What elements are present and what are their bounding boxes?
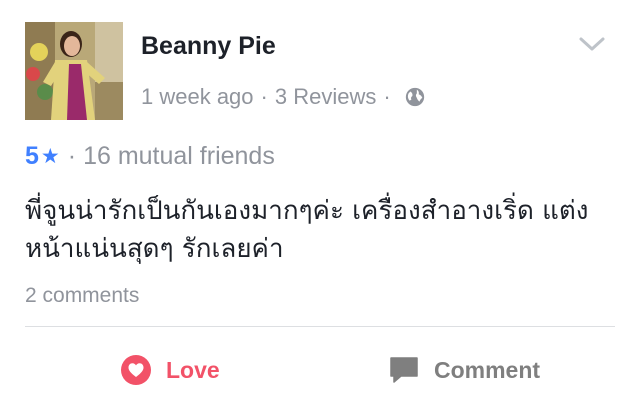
post-body-line: พี่จูนน่ารักเป็นกันเองมากๆค่ะ เครื่องสำอ… [25, 196, 589, 226]
post-body: พี่จูนน่ารักเป็นกันเองมากๆค่ะ เครื่องสำอ… [25, 192, 615, 268]
post-body-line: หน้าแน่นสุดๆ รักเลยค่า [25, 234, 284, 264]
globe-icon [404, 86, 426, 108]
star-icon: ★ [40, 144, 60, 168]
comments-count[interactable]: 2 comments [25, 284, 139, 308]
author-name[interactable]: Beanny Pie [141, 32, 276, 61]
speech-bubble-icon [388, 354, 420, 386]
comment-label: Comment [434, 356, 541, 383]
heart-icon [120, 354, 152, 386]
rating: 5 ★ [25, 142, 60, 171]
love-button[interactable]: Love [120, 350, 220, 390]
chevron-down-icon[interactable] [578, 34, 606, 54]
mutual-friends[interactable]: 16 mutual friends [83, 142, 275, 171]
meta-separator: · [260, 84, 268, 109]
reviews-count[interactable]: 3 Reviews [275, 84, 376, 110]
post-meta: 1 week ago · 3 Reviews · [141, 83, 426, 111]
comment-button[interactable]: Comment [388, 350, 540, 390]
divider [25, 326, 615, 327]
love-label: Love [166, 356, 220, 383]
rating-line: 5 ★ · 16 mutual friends [25, 140, 275, 172]
meta-separator: · [383, 84, 391, 109]
avatar[interactable] [25, 22, 123, 120]
rating-value: 5 [25, 141, 39, 170]
avatar-photo [25, 22, 123, 120]
rating-separator: · [67, 141, 77, 170]
post-time[interactable]: 1 week ago [141, 84, 254, 110]
